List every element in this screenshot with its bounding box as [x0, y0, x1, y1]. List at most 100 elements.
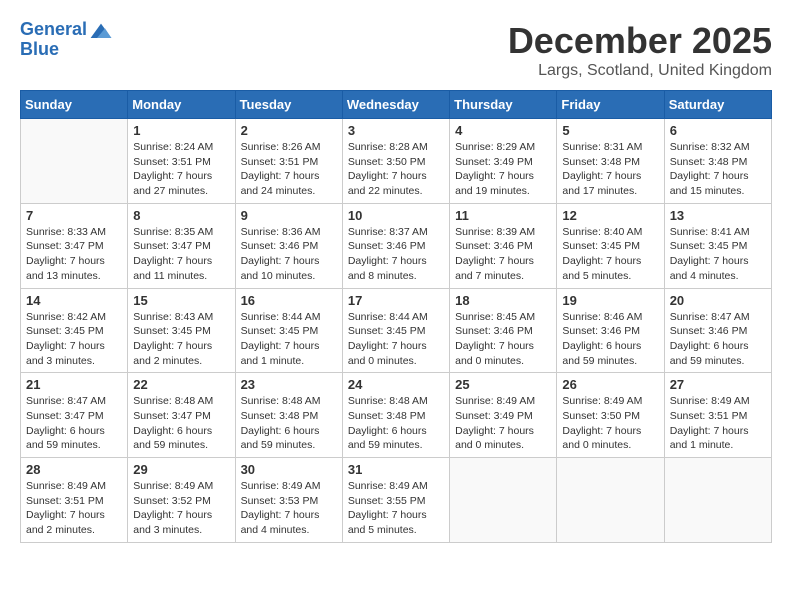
day-number: 7: [26, 208, 122, 223]
calendar-cell: 6Sunrise: 8:32 AMSunset: 3:48 PMDaylight…: [664, 119, 771, 204]
day-number: 20: [670, 293, 766, 308]
calendar-cell: 4 Sunrise: 8:29 AMSunset: 3:49 PMDaylight…: [450, 119, 557, 204]
day-number: 24: [348, 377, 444, 392]
month-title: December 2025: [508, 20, 772, 62]
calendar-cell: [664, 458, 771, 543]
day-info: Sunrise: 8:42 AMSunset: 3:45 PMDaylight:…: [26, 310, 122, 369]
day-number: 5: [562, 123, 658, 138]
calendar-cell: 2 Sunrise: 8:26 AMSunset: 3:51 PMDaylight…: [235, 119, 342, 204]
calendar-cell: [557, 458, 664, 543]
day-info: Sunrise: 8:45 AMSunset: 3:46 PMDaylight:…: [455, 310, 551, 369]
calendar-cell: 31 Sunrise: 8:49 AMSunset: 3:55 PMDayligh…: [342, 458, 449, 543]
location: Largs, Scotland, United Kingdom: [508, 62, 772, 80]
day-number: 14: [26, 293, 122, 308]
day-number: 12: [562, 208, 658, 223]
day-number: 3: [348, 123, 444, 138]
day-info: Sunrise: 8:43 AMSunset: 3:45 PMDaylight:…: [133, 310, 229, 369]
day-info: Sunrise: 8:49 AMSunset: 3:51 PMDaylight:…: [26, 479, 122, 538]
calendar-cell: 26 Sunrise: 8:49 AMSunset: 3:50 PMDayligh…: [557, 373, 664, 458]
calendar-cell: 30 Sunrise: 8:49 AMSunset: 3:53 PMDayligh…: [235, 458, 342, 543]
day-info: Sunrise: 8:48 AMSunset: 3:47 PMDaylight:…: [133, 394, 229, 453]
day-number: 25: [455, 377, 551, 392]
page-header: General Blue December 2025 Largs, Scotla…: [20, 20, 772, 80]
day-number: 16: [241, 293, 337, 308]
calendar-cell: 22 Sunrise: 8:48 AMSunset: 3:47 PMDayligh…: [128, 373, 235, 458]
day-number: 30: [241, 462, 337, 477]
calendar-cell: 23Sunrise: 8:48 AMSunset: 3:48 PMDayligh…: [235, 373, 342, 458]
weekday-header-monday: Monday: [128, 91, 235, 119]
day-number: 29: [133, 462, 229, 477]
day-info: Sunrise: 8:48 AMSunset: 3:48 PMDaylight:…: [241, 394, 337, 453]
day-number: 15: [133, 293, 229, 308]
calendar-cell: [21, 119, 128, 204]
day-info: Sunrise: 8:26 AMSunset: 3:51 PMDaylight:…: [241, 140, 337, 199]
calendar-cell: 27Sunrise: 8:49 AMSunset: 3:51 PMDayligh…: [664, 373, 771, 458]
calendar-week-row: 14 Sunrise: 8:42 AMSunset: 3:45 PMDayligh…: [21, 288, 772, 373]
calendar-table: SundayMondayTuesdayWednesdayThursdayFrid…: [20, 90, 772, 543]
day-info: Sunrise: 8:44 AMSunset: 3:45 PMDaylight:…: [348, 310, 444, 369]
calendar-week-row: 7 Sunrise: 8:33 AMSunset: 3:47 PMDaylight…: [21, 203, 772, 288]
day-info: Sunrise: 8:40 AMSunset: 3:45 PMDaylight:…: [562, 225, 658, 284]
weekday-header-row: SundayMondayTuesdayWednesdayThursdayFrid…: [21, 91, 772, 119]
weekday-header-sunday: Sunday: [21, 91, 128, 119]
day-number: 8: [133, 208, 229, 223]
day-info: Sunrise: 8:29 AMSunset: 3:49 PMDaylight:…: [455, 140, 551, 199]
weekday-header-wednesday: Wednesday: [342, 91, 449, 119]
calendar-cell: 5 Sunrise: 8:31 AMSunset: 3:48 PMDaylight…: [557, 119, 664, 204]
day-number: 17: [348, 293, 444, 308]
calendar-cell: 20Sunrise: 8:47 AMSunset: 3:46 PMDayligh…: [664, 288, 771, 373]
day-info: Sunrise: 8:37 AMSunset: 3:46 PMDaylight:…: [348, 225, 444, 284]
day-number: 26: [562, 377, 658, 392]
weekday-header-saturday: Saturday: [664, 91, 771, 119]
calendar-cell: 15 Sunrise: 8:43 AMSunset: 3:45 PMDayligh…: [128, 288, 235, 373]
calendar-week-row: 21Sunrise: 8:47 AMSunset: 3:47 PMDayligh…: [21, 373, 772, 458]
day-number: 1: [133, 123, 229, 138]
weekday-header-friday: Friday: [557, 91, 664, 119]
day-info: Sunrise: 8:31 AMSunset: 3:48 PMDaylight:…: [562, 140, 658, 199]
calendar-cell: 14 Sunrise: 8:42 AMSunset: 3:45 PMDayligh…: [21, 288, 128, 373]
calendar-cell: 19 Sunrise: 8:46 AMSunset: 3:46 PMDayligh…: [557, 288, 664, 373]
day-number: 28: [26, 462, 122, 477]
day-info: Sunrise: 8:46 AMSunset: 3:46 PMDaylight:…: [562, 310, 658, 369]
day-info: Sunrise: 8:49 AMSunset: 3:52 PMDaylight:…: [133, 479, 229, 538]
day-info: Sunrise: 8:33 AMSunset: 3:47 PMDaylight:…: [26, 225, 122, 284]
calendar-cell: 12 Sunrise: 8:40 AMSunset: 3:45 PMDayligh…: [557, 203, 664, 288]
day-info: Sunrise: 8:49 AMSunset: 3:53 PMDaylight:…: [241, 479, 337, 538]
title-area: December 2025 Largs, Scotland, United Ki…: [508, 20, 772, 80]
day-info: Sunrise: 8:28 AMSunset: 3:50 PMDaylight:…: [348, 140, 444, 199]
calendar-cell: 13Sunrise: 8:41 AMSunset: 3:45 PMDayligh…: [664, 203, 771, 288]
day-info: Sunrise: 8:35 AMSunset: 3:47 PMDaylight:…: [133, 225, 229, 284]
calendar-week-row: 1 Sunrise: 8:24 AMSunset: 3:51 PMDaylight…: [21, 119, 772, 204]
calendar-cell: 7 Sunrise: 8:33 AMSunset: 3:47 PMDaylight…: [21, 203, 128, 288]
calendar-cell: 17 Sunrise: 8:44 AMSunset: 3:45 PMDayligh…: [342, 288, 449, 373]
day-info: Sunrise: 8:49 AMSunset: 3:49 PMDaylight:…: [455, 394, 551, 453]
day-info: Sunrise: 8:41 AMSunset: 3:45 PMDaylight:…: [670, 225, 766, 284]
day-info: Sunrise: 8:47 AMSunset: 3:47 PMDaylight:…: [26, 394, 122, 453]
weekday-header-thursday: Thursday: [450, 91, 557, 119]
day-number: 2: [241, 123, 337, 138]
day-number: 18: [455, 293, 551, 308]
day-info: Sunrise: 8:49 AMSunset: 3:55 PMDaylight:…: [348, 479, 444, 538]
calendar-cell: 1 Sunrise: 8:24 AMSunset: 3:51 PMDaylight…: [128, 119, 235, 204]
day-info: Sunrise: 8:24 AMSunset: 3:51 PMDaylight:…: [133, 140, 229, 199]
calendar-cell: 8 Sunrise: 8:35 AMSunset: 3:47 PMDaylight…: [128, 203, 235, 288]
logo-text-blue: Blue: [20, 40, 113, 60]
day-number: 31: [348, 462, 444, 477]
logo: General Blue: [20, 20, 113, 60]
logo-text-general: General: [20, 20, 87, 40]
calendar-cell: 29 Sunrise: 8:49 AMSunset: 3:52 PMDayligh…: [128, 458, 235, 543]
day-info: Sunrise: 8:39 AMSunset: 3:46 PMDaylight:…: [455, 225, 551, 284]
calendar-week-row: 28 Sunrise: 8:49 AMSunset: 3:51 PMDayligh…: [21, 458, 772, 543]
day-number: 9: [241, 208, 337, 223]
calendar-cell: 25 Sunrise: 8:49 AMSunset: 3:49 PMDayligh…: [450, 373, 557, 458]
day-number: 22: [133, 377, 229, 392]
day-info: Sunrise: 8:44 AMSunset: 3:45 PMDaylight:…: [241, 310, 337, 369]
calendar-cell: 16 Sunrise: 8:44 AMSunset: 3:45 PMDayligh…: [235, 288, 342, 373]
day-number: 4: [455, 123, 551, 138]
calendar-cell: 3 Sunrise: 8:28 AMSunset: 3:50 PMDaylight…: [342, 119, 449, 204]
day-number: 11: [455, 208, 551, 223]
day-number: 27: [670, 377, 766, 392]
day-number: 6: [670, 123, 766, 138]
day-number: 19: [562, 293, 658, 308]
day-info: Sunrise: 8:49 AMSunset: 3:50 PMDaylight:…: [562, 394, 658, 453]
